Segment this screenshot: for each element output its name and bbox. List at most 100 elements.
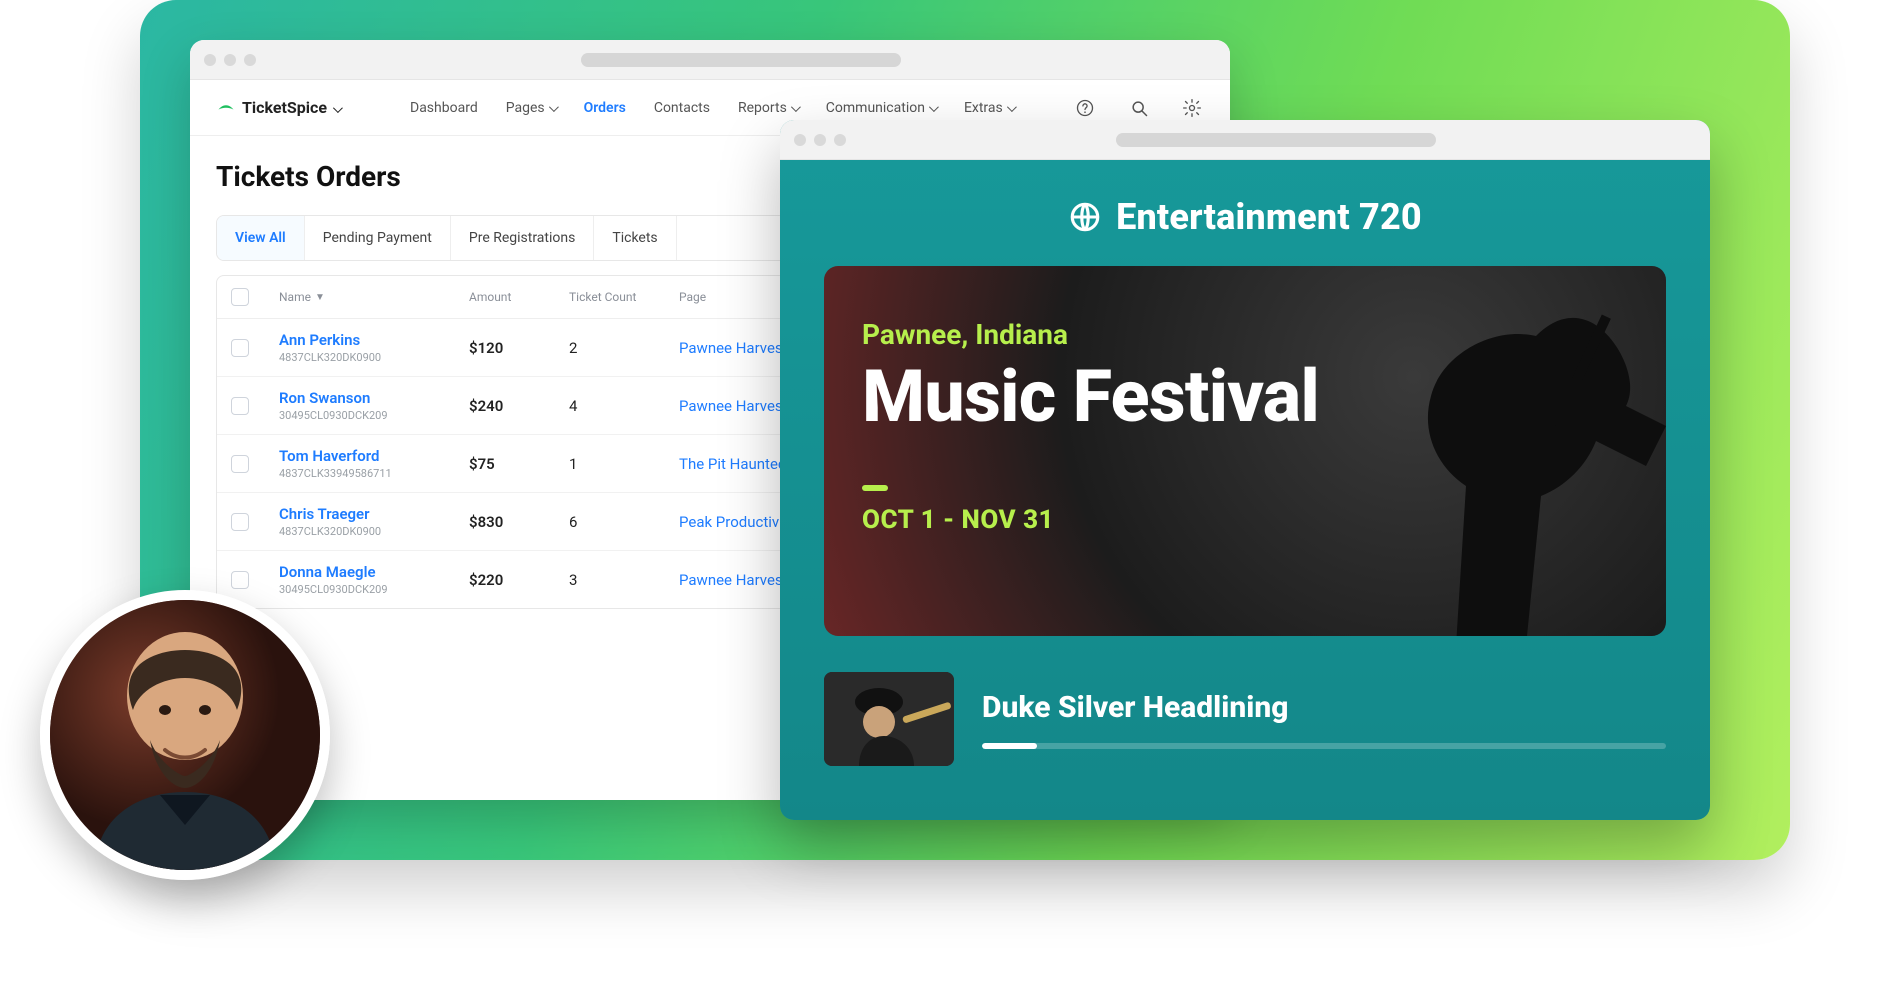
row-checkbox[interactable]: [231, 397, 249, 415]
browser-chrome: [190, 40, 1230, 80]
accent-dash-icon: [862, 485, 888, 491]
ticket-count: 6: [569, 513, 679, 531]
nav-label: Orders: [584, 100, 626, 116]
nav-extras[interactable]: Extras: [964, 100, 1014, 116]
site-brand: Entertainment 720: [824, 196, 1666, 238]
logo[interactable]: TicketSpice: [216, 98, 340, 118]
row-checkbox[interactable]: [231, 513, 249, 531]
window-controls: [204, 54, 256, 66]
search-icon: [1129, 98, 1149, 118]
avatar: [40, 590, 330, 880]
row-checkbox[interactable]: [231, 339, 249, 357]
testimonial: [40, 590, 340, 894]
address-bar: [1116, 133, 1436, 147]
ticket-count: 2: [569, 339, 679, 357]
nav-dashboard[interactable]: Dashboard: [410, 100, 478, 116]
nav-links: Dashboard Pages Orders Contacts Reports …: [410, 100, 1014, 116]
chevron-down-icon: [1007, 100, 1014, 116]
nav-reports[interactable]: Reports: [738, 100, 798, 116]
customer-name-link[interactable]: Ron Swanson: [279, 389, 469, 407]
nav-label: Dashboard: [410, 100, 478, 116]
tab-label: View All: [235, 230, 286, 246]
col-name[interactable]: Name ▼: [279, 290, 469, 304]
address-bar: [581, 53, 901, 67]
nav-label: Pages: [506, 100, 545, 116]
event-site-window: Entertainment 720 Pawnee, Indiana Music …: [780, 120, 1710, 820]
col-label: Page: [679, 290, 706, 304]
order-code: 4837CLK33949586711: [279, 467, 469, 480]
gear-icon: [1182, 98, 1202, 118]
chevron-down-icon: [791, 100, 798, 116]
ticket-count: 1: [569, 455, 679, 473]
order-amount: $240: [469, 397, 569, 415]
gradient-stage: TicketSpice Dashboard Pages Orders Conta…: [140, 0, 1790, 860]
search-button[interactable]: [1127, 96, 1150, 120]
nav-contacts[interactable]: Contacts: [654, 100, 710, 116]
logo-icon: [216, 98, 236, 118]
hero-banner[interactable]: Pawnee, Indiana Music Festival OCT 1 - N…: [824, 266, 1666, 636]
row-checkbox[interactable]: [231, 571, 249, 589]
window-dot: [794, 134, 806, 146]
listing-thumbnail: [824, 672, 954, 766]
row-checkbox[interactable]: [231, 455, 249, 473]
order-amount: $830: [469, 513, 569, 531]
chevron-down-icon: [333, 98, 340, 117]
ticket-count: 4: [569, 397, 679, 415]
order-code: 4837CLK320DK0900: [279, 525, 469, 538]
filter-tabs: View All Pending Payment Pre Registratio…: [217, 216, 677, 260]
col-ticket-count[interactable]: Ticket Count: [569, 290, 679, 304]
customer-name-link[interactable]: Donna Maegle: [279, 563, 469, 581]
tab-tickets[interactable]: Tickets: [594, 216, 676, 260]
hero-text: Pawnee, Indiana Music Festival OCT 1 - N…: [862, 318, 1319, 535]
nav-label: Communication: [826, 100, 925, 116]
site-brand-name: Entertainment 720: [1116, 196, 1422, 238]
listing-content: Duke Silver Headlining: [982, 690, 1666, 749]
window-dot: [224, 54, 236, 66]
logo-text: TicketSpice: [242, 98, 327, 117]
window-dot: [814, 134, 826, 146]
event-site-body: Entertainment 720 Pawnee, Indiana Music …: [780, 160, 1710, 766]
order-code: 4837CLK320DK0900: [279, 351, 469, 364]
customer-name-link[interactable]: Ann Perkins: [279, 331, 469, 349]
tab-pending-payment[interactable]: Pending Payment: [305, 216, 451, 260]
event-listing[interactable]: Duke Silver Headlining: [824, 672, 1666, 766]
tab-label: Pre Registrations: [469, 230, 575, 246]
help-icon: [1075, 98, 1095, 118]
nav-label: Extras: [964, 100, 1003, 116]
event-location: Pawnee, Indiana: [862, 318, 1319, 351]
settings-button[interactable]: [1181, 96, 1204, 120]
tab-pre-registrations[interactable]: Pre Registrations: [451, 216, 594, 260]
nav-communication[interactable]: Communication: [826, 100, 936, 116]
listing-title: Duke Silver Headlining: [982, 690, 1666, 725]
tab-label: Tickets: [612, 230, 657, 246]
window-dot: [204, 54, 216, 66]
select-all-checkbox[interactable]: [231, 288, 249, 306]
nav-pages[interactable]: Pages: [506, 100, 556, 116]
order-amount: $120: [469, 339, 569, 357]
chevron-down-icon: [549, 100, 556, 116]
event-dates: OCT 1 - NOV 31: [862, 505, 1319, 535]
progress-fill: [982, 743, 1037, 749]
customer-name-link[interactable]: Tom Haverford: [279, 447, 469, 465]
tab-view-all[interactable]: View All: [217, 216, 305, 260]
window-dot: [244, 54, 256, 66]
tab-label: Pending Payment: [323, 230, 432, 246]
person-photo-icon: [50, 600, 320, 870]
col-label: Name: [279, 290, 311, 304]
nav-orders[interactable]: Orders: [584, 100, 626, 116]
sort-desc-icon: ▼: [315, 292, 325, 303]
customer-name-link[interactable]: Chris Traeger: [279, 505, 469, 523]
col-label: Amount: [469, 290, 511, 304]
ticket-count: 3: [569, 571, 679, 589]
col-amount[interactable]: Amount: [469, 290, 569, 304]
progress-bar: [982, 743, 1666, 749]
globe-icon: [1068, 200, 1102, 234]
order-amount: $75: [469, 455, 569, 473]
window-controls: [794, 134, 846, 146]
help-button[interactable]: [1074, 96, 1097, 120]
chevron-down-icon: [929, 100, 936, 116]
performer-silhouette-icon: [1276, 276, 1666, 636]
order-amount: $220: [469, 571, 569, 589]
nav-label: Contacts: [654, 100, 710, 116]
nav-label: Reports: [738, 100, 787, 116]
